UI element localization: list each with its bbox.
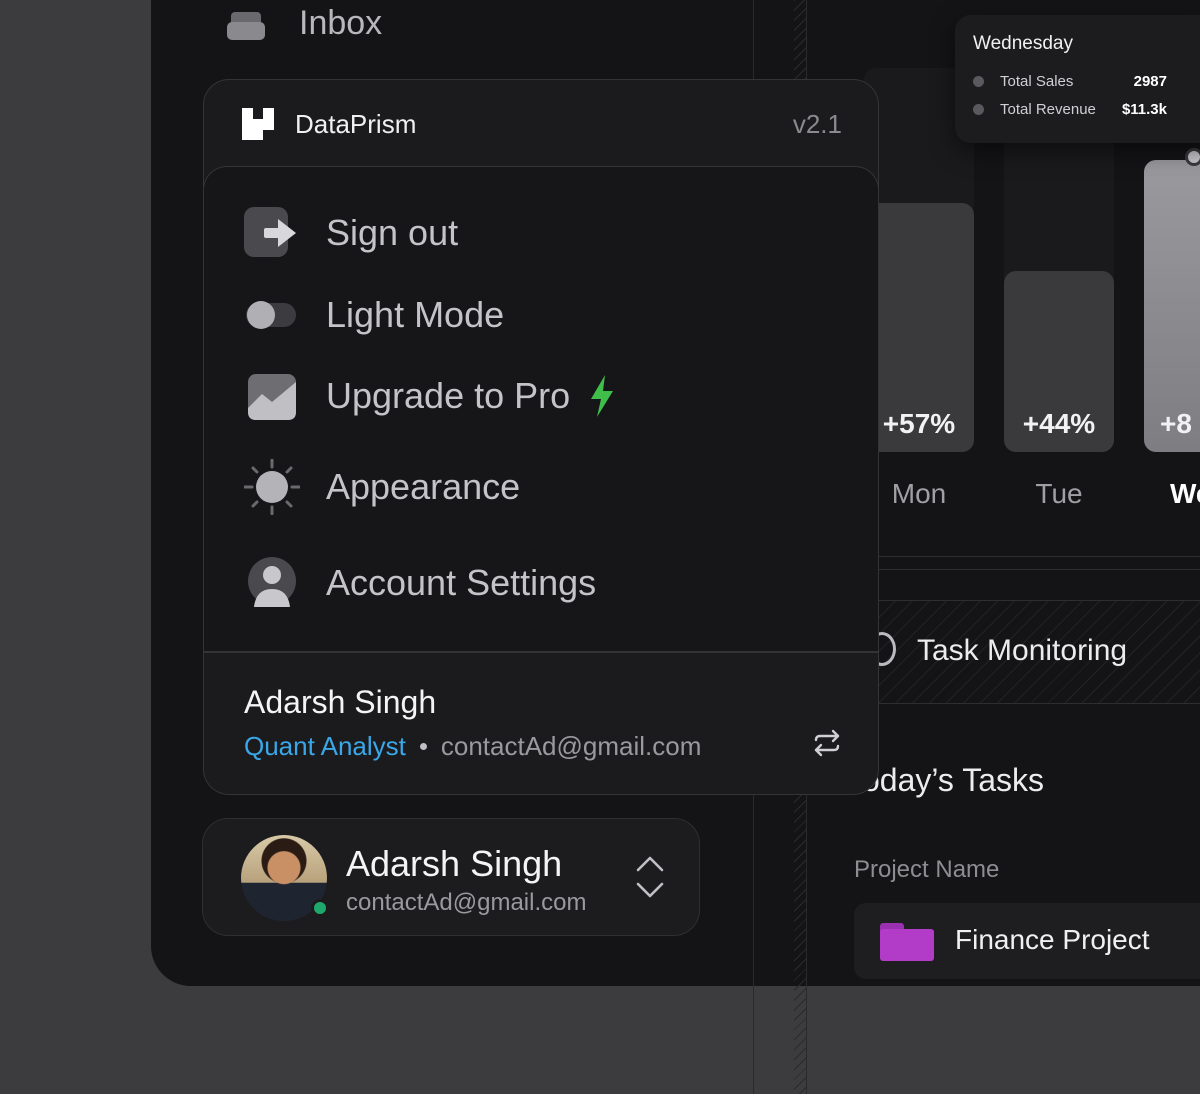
section-divider bbox=[878, 556, 1200, 557]
project-name: Finance Project bbox=[955, 924, 1150, 955]
user-email: contactAd@gmail.com bbox=[346, 889, 587, 916]
user-role: Quant Analyst bbox=[244, 731, 406, 761]
chart-icon bbox=[244, 368, 300, 424]
chart-bar[interactable]: +8 bbox=[1144, 160, 1200, 452]
tooltip-title: Wednesday bbox=[973, 33, 1073, 54]
user-account-switcher[interactable]: Adarsh Singh contactAd@gmail.com bbox=[202, 818, 700, 936]
chart-bar[interactable]: +57% bbox=[864, 203, 974, 452]
chart-bar[interactable]: +44% bbox=[1004, 271, 1114, 452]
tooltip-label: Total Revenue bbox=[1000, 100, 1096, 118]
day-label: Tue bbox=[1035, 478, 1083, 509]
bar-percent-label: +8 bbox=[1160, 408, 1192, 439]
menu-item-light-mode[interactable]: Light Mode bbox=[244, 287, 504, 343]
popover-user-meta: Quant Analyst contactAd@gmail.com bbox=[244, 731, 701, 762]
sidebar-item-label: Inbox bbox=[299, 4, 383, 42]
section-divider bbox=[878, 569, 1200, 570]
tooltip-value: $11.3k bbox=[1121, 100, 1167, 118]
version-label: v2.1 bbox=[792, 109, 842, 139]
bar-hover-knob[interactable] bbox=[1185, 148, 1200, 166]
avatar bbox=[241, 835, 329, 921]
legend-dot-icon bbox=[973, 75, 984, 87]
sidebar-item-inbox[interactable]: Inbox bbox=[227, 4, 382, 43]
tooltip-row: Total Sales 2987 bbox=[973, 67, 1197, 95]
menu-item-upgrade[interactable]: Upgrade to Pro bbox=[244, 368, 616, 424]
user-name: Adarsh Singh bbox=[346, 843, 563, 884]
menu-item-account-settings[interactable]: Account Settings bbox=[244, 555, 596, 611]
tooltip-value: 2987 bbox=[1133, 72, 1167, 90]
bar-percent-label: +57% bbox=[882, 408, 956, 439]
day-label: Mon bbox=[891, 478, 947, 509]
brand-name: DataPrism bbox=[295, 109, 417, 139]
lightning-bolt-icon bbox=[591, 375, 614, 417]
section-title: Task Monitoring bbox=[917, 634, 1128, 667]
chart-tooltip: Wednesday Total Sales 2987 Total Revenue… bbox=[955, 15, 1200, 143]
inbox-icon bbox=[227, 8, 265, 40]
chevron-up-down-icon bbox=[636, 856, 664, 898]
tooltip-label: Total Sales bbox=[1000, 72, 1074, 90]
switch-account-icon[interactable] bbox=[812, 728, 842, 758]
separator-dot bbox=[419, 743, 427, 750]
online-status-icon bbox=[311, 899, 329, 917]
popover-divider bbox=[204, 651, 878, 653]
menu-item-label: Light Mode bbox=[326, 294, 505, 335]
menu-item-label: Upgrade to Pro bbox=[326, 375, 571, 416]
account-menu-popover: DataPrism v2.1 Sign out Light Mode Upgra… bbox=[203, 79, 879, 795]
sun-icon bbox=[243, 458, 301, 516]
todays-tasks-title: oday’s Tasks bbox=[862, 762, 1045, 798]
menu-item-sign-out[interactable]: Sign out bbox=[244, 205, 458, 261]
folder-icon bbox=[880, 923, 934, 961]
bar-percent-label: +44% bbox=[1022, 408, 1096, 439]
tooltip-row: Total Revenue $11.3k bbox=[973, 95, 1197, 123]
user-email: contactAd@gmail.com bbox=[440, 731, 702, 761]
column-header: Project Name bbox=[854, 856, 1000, 883]
menu-item-label: Sign out bbox=[326, 212, 459, 253]
legend-dot-icon bbox=[973, 103, 984, 115]
popover-user-name: Adarsh Singh bbox=[244, 684, 437, 720]
project-row[interactable]: Finance Project bbox=[854, 903, 1200, 979]
day-label-active: We bbox=[1170, 478, 1200, 509]
menu-list: Sign out Light Mode Upgrade to Pro Appea… bbox=[203, 166, 879, 652]
popover-header: DataPrism v2.1 bbox=[204, 80, 878, 166]
sign-out-icon bbox=[244, 205, 300, 261]
user-icon bbox=[244, 555, 300, 611]
menu-item-label: Appearance bbox=[326, 466, 521, 507]
menu-item-label: Account Settings bbox=[326, 562, 597, 603]
toggle-icon bbox=[244, 287, 300, 343]
menu-item-appearance[interactable]: Appearance bbox=[243, 458, 521, 516]
dataprism-logo-icon bbox=[242, 108, 274, 140]
